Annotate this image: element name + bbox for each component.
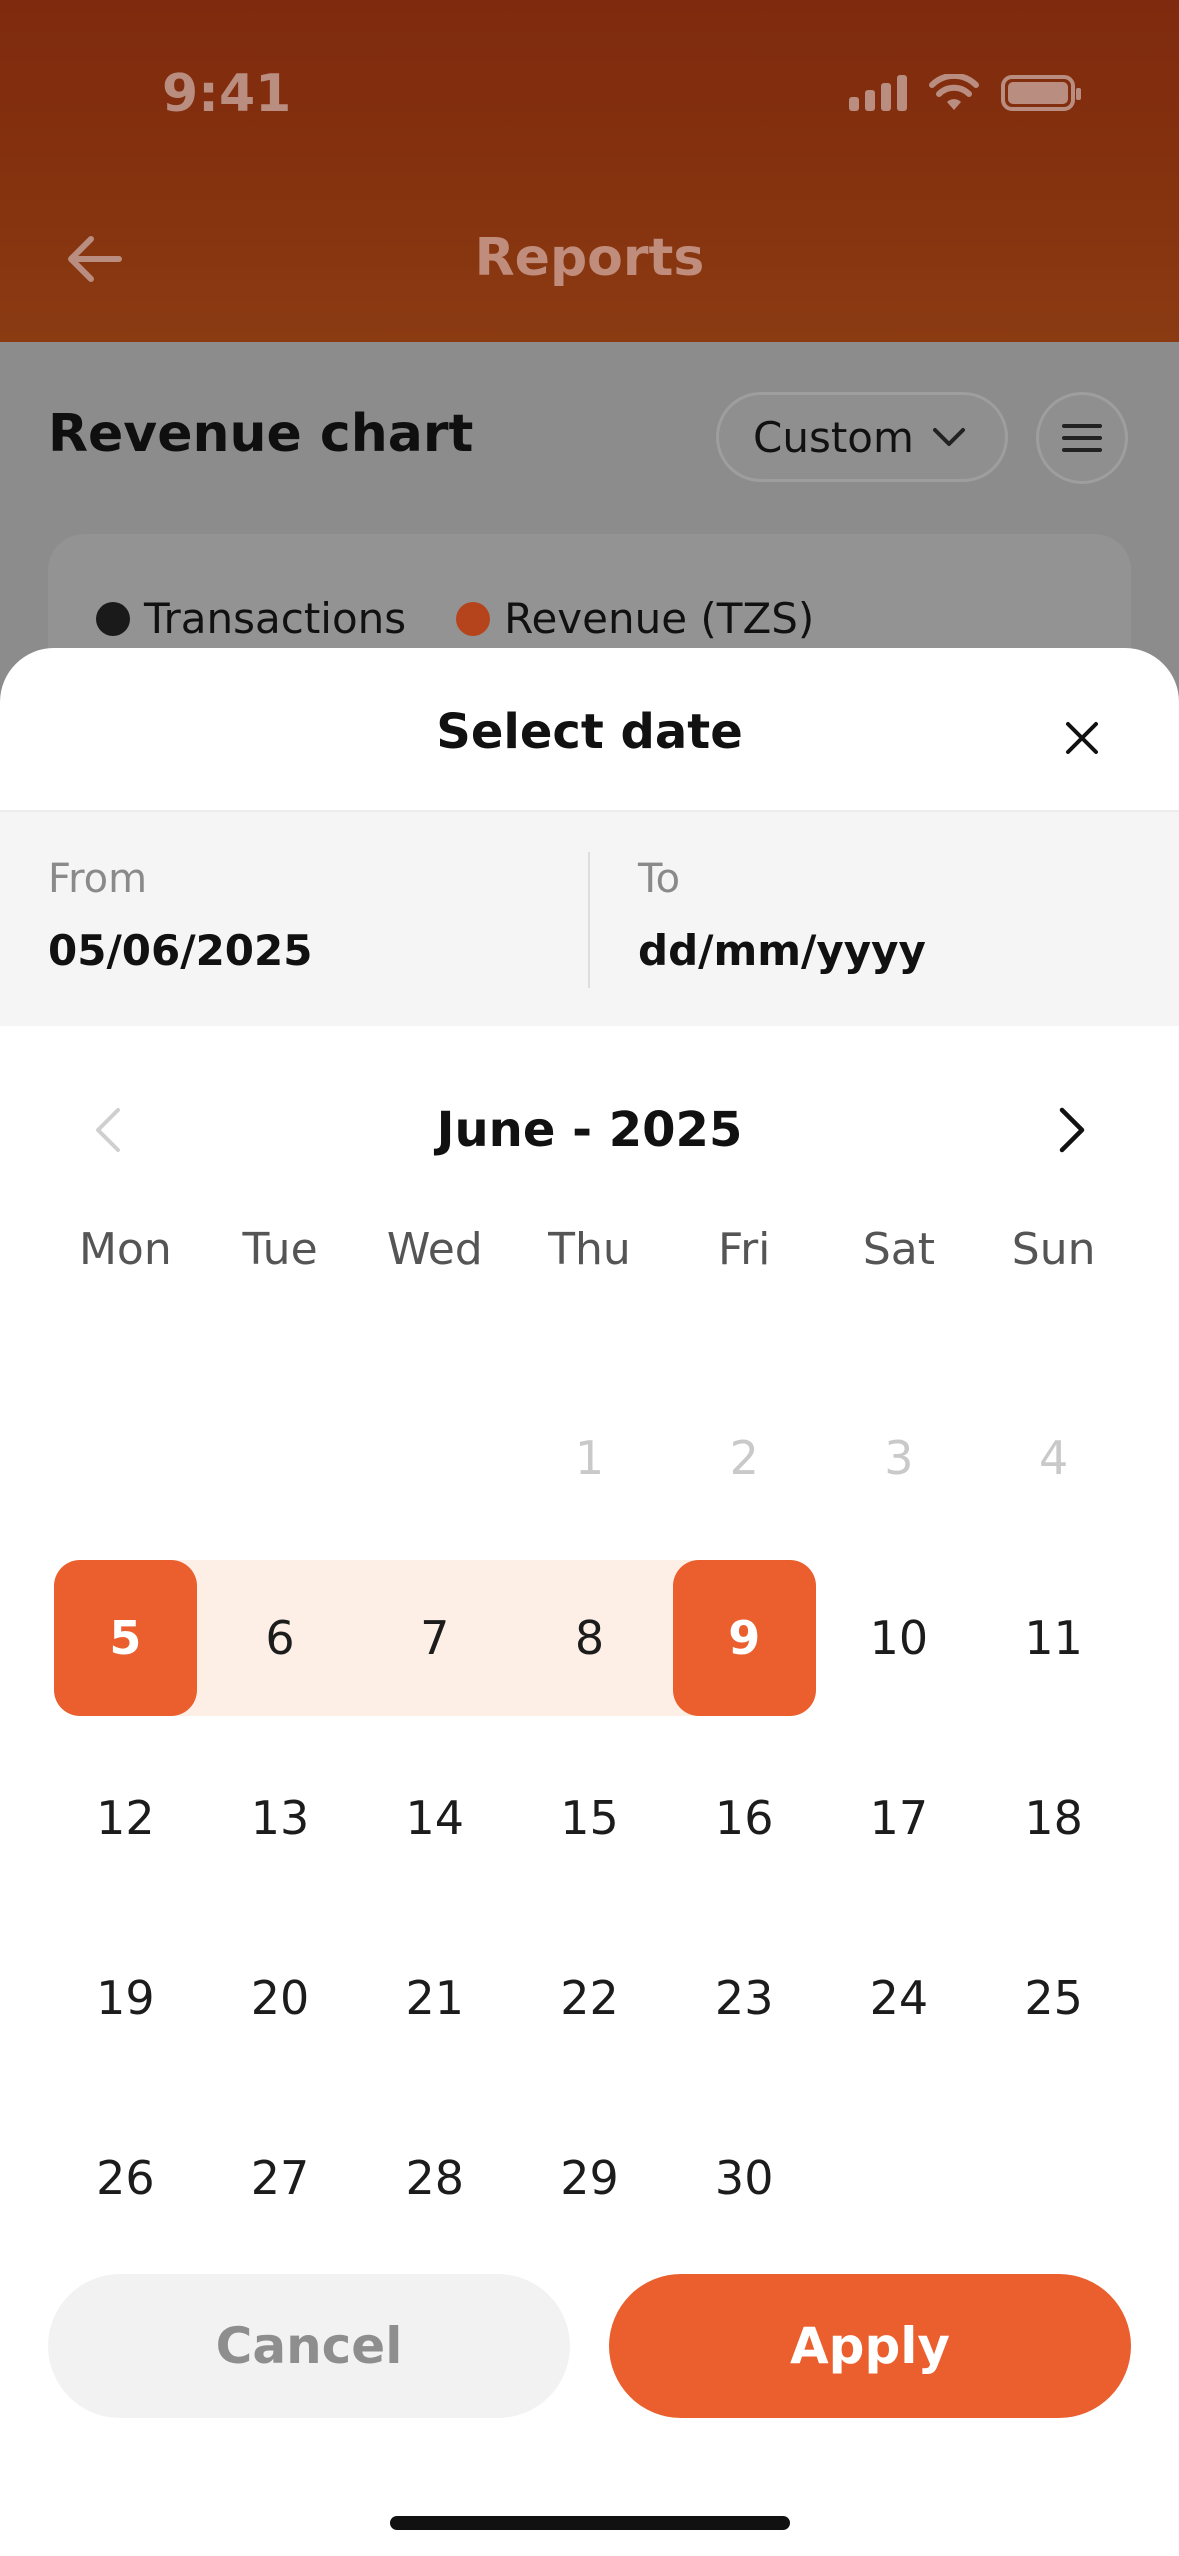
calendar-week-row: 19 20 21 22 23 24 25 (48, 1908, 1131, 2088)
weekday-label: Wed (386, 1224, 483, 1275)
day-cell[interactable]: 23 (667, 1920, 822, 2076)
apply-button[interactable]: Apply (609, 2274, 1131, 2418)
day-cell[interactable]: 10 (822, 1560, 977, 1716)
month-navigation: June - 2025 (0, 1078, 1179, 1178)
from-label: From (48, 856, 148, 902)
legend-item-transactions: Transactions (96, 594, 406, 643)
cellular-signal-icon (849, 75, 907, 111)
day-cell[interactable]: 15 (512, 1740, 667, 1896)
day-cell[interactable]: 6 (203, 1560, 358, 1716)
empty-day-cell (357, 1380, 512, 1536)
legend-label: Transactions (144, 594, 407, 643)
weekday-label: Mon (78, 1224, 172, 1275)
to-label: To (638, 856, 681, 902)
day-cell[interactable]: 25 (976, 1920, 1131, 2076)
day-cell[interactable]: 7 (357, 1560, 512, 1716)
legend-dot (456, 601, 491, 636)
day-cell[interactable]: 30 (667, 2100, 822, 2256)
month-title: June - 2025 (436, 1102, 743, 1158)
date-picker-sheet: Select date From 05/06/2025 To dd/mm/yyy… (0, 648, 1179, 2556)
close-icon (1066, 722, 1098, 754)
day-cell[interactable]: 24 (822, 1920, 977, 2076)
weekday-label: Thu (548, 1224, 631, 1275)
day-cell[interactable]: 13 (203, 1740, 358, 1896)
from-date-field[interactable]: From 05/06/2025 (48, 812, 588, 1026)
chart-legend: Transactions Revenue (TZS) (96, 594, 814, 643)
period-select[interactable]: Custom (716, 392, 1008, 482)
day-cell[interactable]: 17 (822, 1740, 977, 1896)
battery-icon (1001, 75, 1081, 111)
weekday-label: Sun (1011, 1224, 1096, 1275)
empty-day-cell (203, 1380, 358, 1536)
chevron-right-icon (1059, 1107, 1085, 1153)
day-cell-range-start[interactable]: 5 (54, 1560, 197, 1716)
day-cell[interactable]: 27 (203, 2100, 358, 2256)
weekday-label: Sat (862, 1224, 935, 1275)
hamburger-icon (1062, 424, 1102, 452)
app-header: 9:41 Reports (0, 0, 1179, 342)
empty-day-cell (48, 1380, 203, 1536)
weekday-label: Tue (242, 1224, 318, 1275)
calendar-week-row: 12 13 14 15 16 17 18 (48, 1728, 1131, 1908)
status-icons (849, 74, 1081, 112)
calendar-week-row: 26 27 28 29 30 (48, 2088, 1131, 2268)
day-cell[interactable]: 26 (48, 2100, 203, 2256)
calendar-week-row: 5 6 7 8 9 10 11 (48, 1548, 1131, 1728)
to-date-field[interactable]: To dd/mm/yyyy (638, 812, 1138, 1026)
sheet-actions: Cancel Apply (48, 2274, 1131, 2418)
day-cell[interactable]: 21 (357, 1920, 512, 2076)
date-range-fields: From 05/06/2025 To dd/mm/yyyy (0, 812, 1179, 1026)
day-cell[interactable]: 20 (203, 1920, 358, 2076)
chevron-down-icon (932, 428, 965, 446)
day-cell[interactable]: 18 (976, 1740, 1131, 1896)
weekday-label: Fri (717, 1224, 771, 1275)
calendar-grid: 1 2 3 4 5 6 7 8 9 10 11 12 13 14 15 16 17 18 19 20 21 22 23 24 2… (48, 1368, 1131, 2268)
weekday-header: Mon Tue Wed Thu Fri Sat Sun (48, 1224, 1131, 1275)
day-cell[interactable]: 29 (512, 2100, 667, 2256)
day-cell[interactable]: 22 (512, 1920, 667, 2076)
day-cell-disabled: 1 (574, 1431, 605, 1485)
cancel-button[interactable]: Cancel (48, 2274, 570, 2418)
empty-day-cell (976, 2100, 1131, 2256)
legend-label: Revenue (TZS) (504, 594, 815, 643)
day-cell[interactable]: 14 (357, 1740, 512, 1896)
day-cell[interactable]: 28 (357, 2100, 512, 2256)
menu-button[interactable] (1036, 392, 1128, 484)
page-title: Reports (474, 228, 705, 288)
legend-item-revenue: Revenue (TZS) (456, 594, 814, 643)
day-cell[interactable]: 8 (512, 1560, 667, 1716)
day-cell[interactable]: 12 (48, 1740, 203, 1896)
day-cell-range-end[interactable]: 9 (672, 1560, 816, 1716)
day-cell[interactable]: 16 (667, 1740, 822, 1896)
home-indicator (390, 2516, 790, 2530)
day-cell-disabled: 2 (729, 1431, 759, 1485)
status-time: 9:41 (162, 64, 292, 124)
day-cell[interactable]: 19 (48, 1920, 203, 2076)
period-select-value: Custom (753, 412, 914, 462)
close-button[interactable] (1048, 704, 1116, 772)
to-value: dd/mm/yyyy (638, 926, 926, 975)
next-month-button[interactable] (1036, 1094, 1108, 1166)
empty-day-cell (822, 2100, 977, 2256)
wifi-icon (929, 74, 979, 110)
from-value: 05/06/2025 (48, 926, 313, 975)
day-cell-disabled: 3 (884, 1431, 914, 1485)
legend-dot (96, 601, 130, 636)
divider (588, 852, 590, 988)
calendar-week-row: 1 2 3 4 (48, 1368, 1131, 1548)
sheet-header: Select date (0, 648, 1179, 812)
section-title: Revenue chart (48, 404, 474, 464)
sheet-title: Select date (436, 704, 743, 760)
day-cell[interactable]: 11 (976, 1560, 1131, 1716)
day-cell-disabled: 4 (1038, 1431, 1069, 1485)
